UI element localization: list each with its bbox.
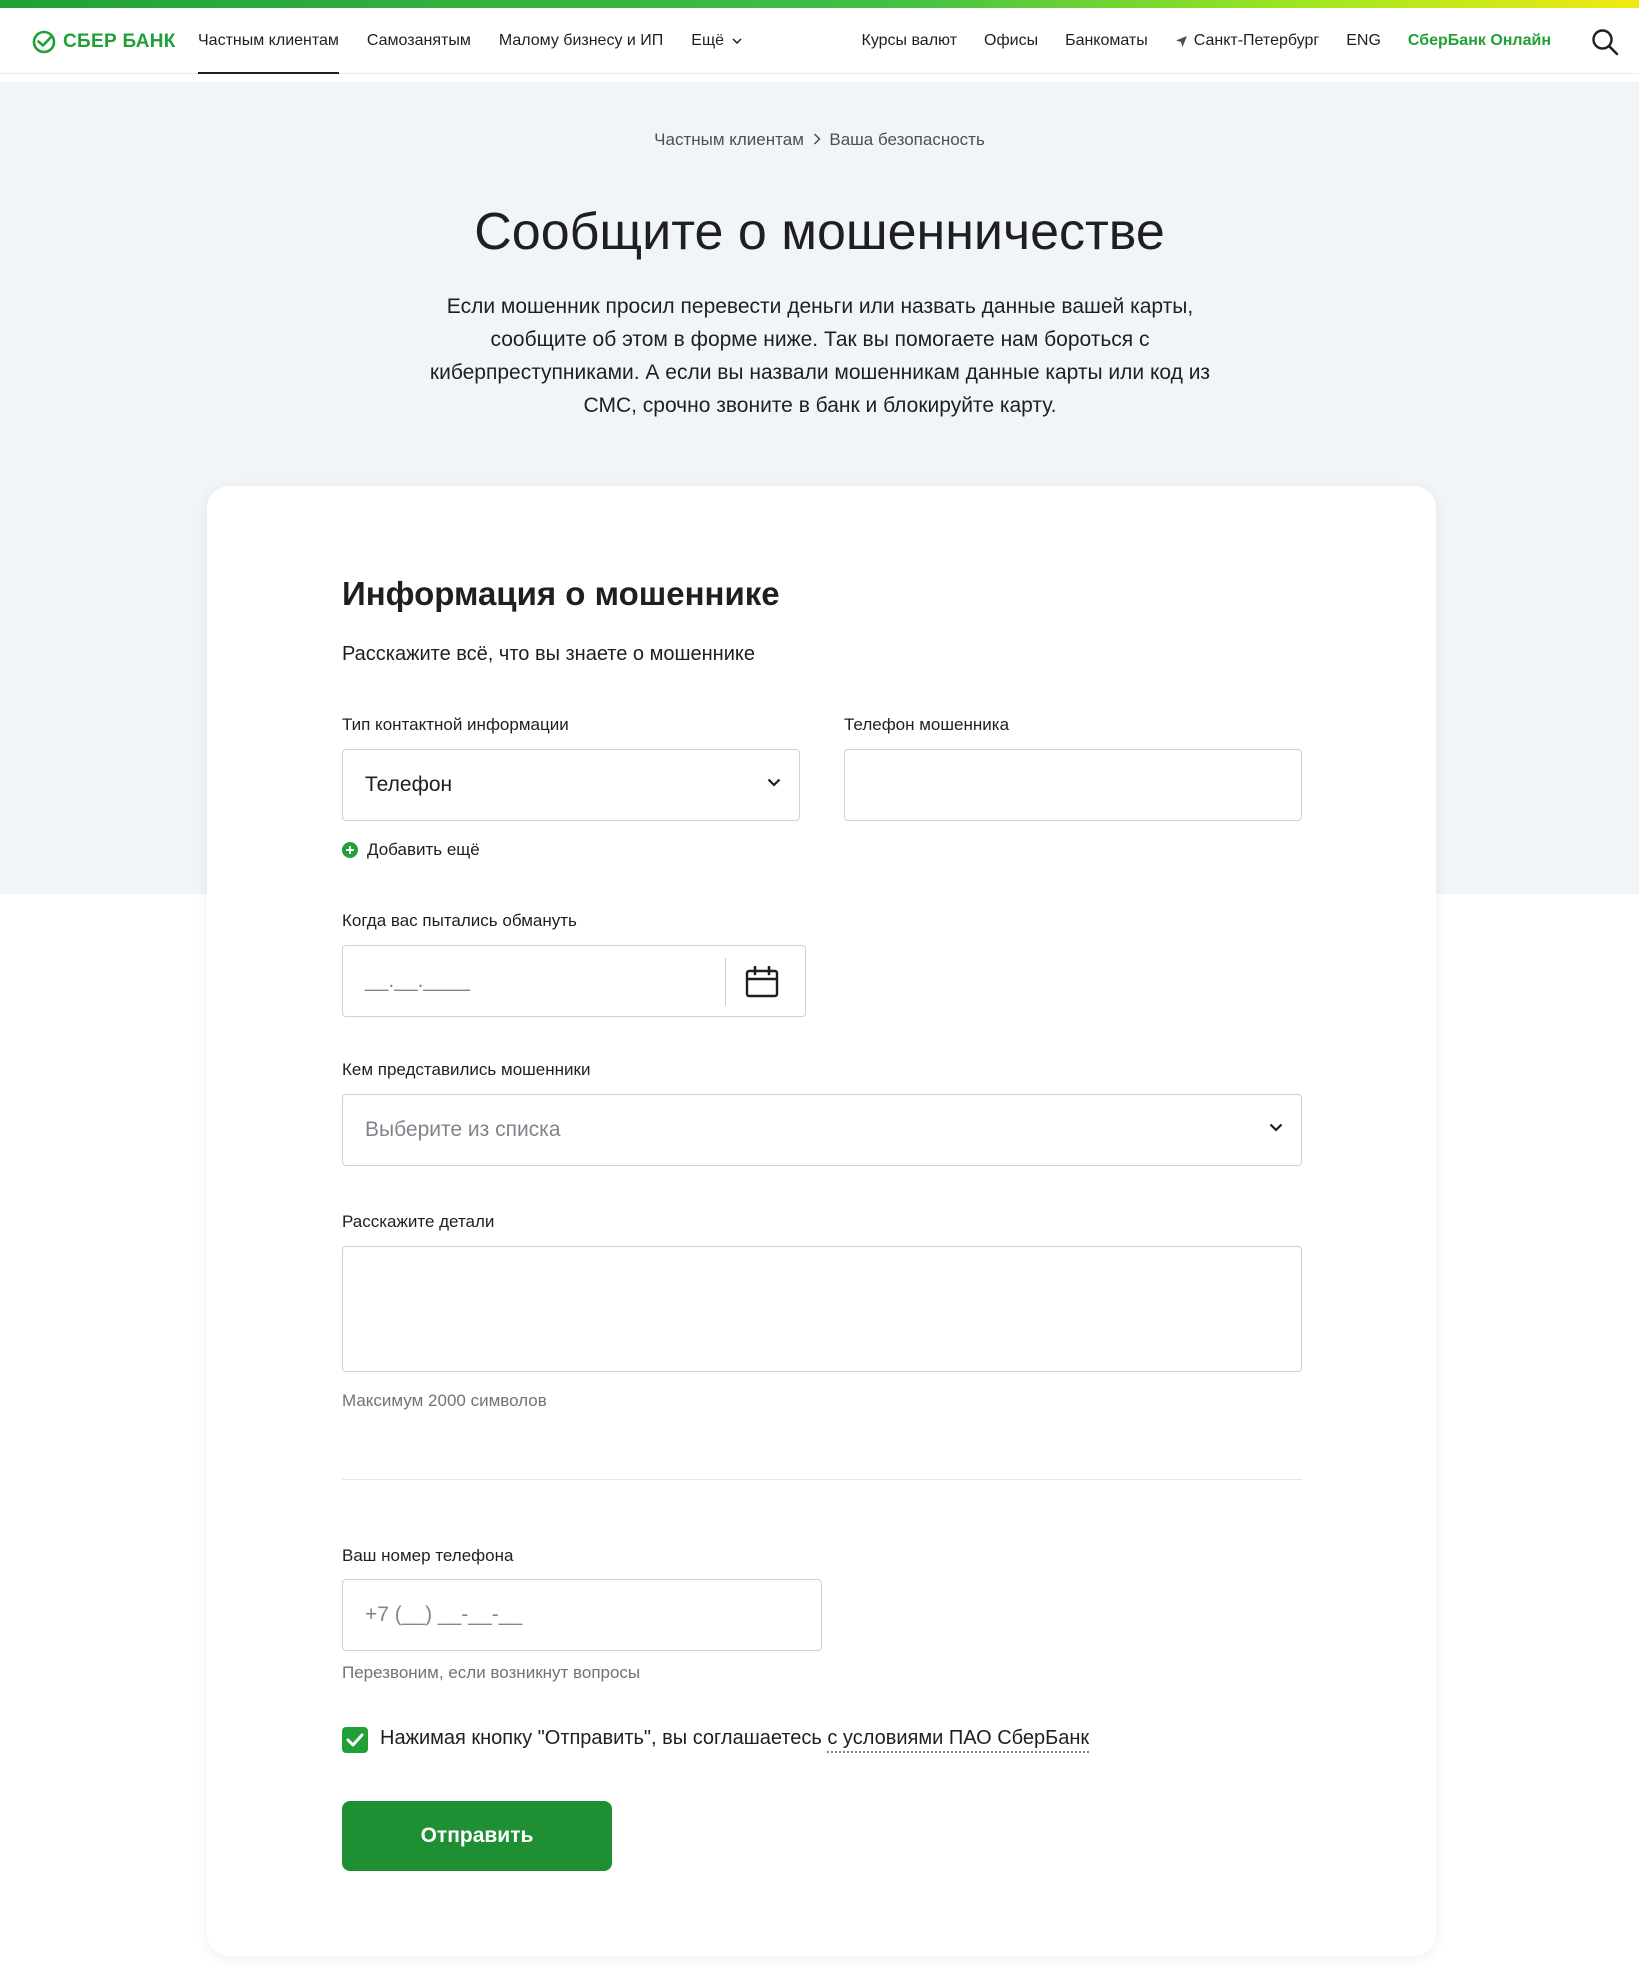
form-divider [342,1479,1302,1480]
details-textarea[interactable] [342,1246,1302,1372]
details-label: Расскажите детали [342,1212,495,1231]
terms-link[interactable]: с условиями ПАО СберБанк [827,1727,1090,1753]
nav-self-employed[interactable]: Самозанятым [367,8,471,74]
fraud-phone-label: Телефон мошенника [844,715,1010,734]
secondary-nav: Курсы валют Офисы Банкоматы Санкт-Петерб… [862,8,1552,74]
your-phone-placeholder: +7 (__) __-__-__ [365,1603,523,1626]
nav-more[interactable]: Ещё [691,8,742,74]
search-button[interactable] [1591,28,1619,56]
chevron-down-icon [767,778,781,787]
add-more-label: Добавить ещё [367,840,480,859]
chevron-down-icon [1269,1123,1283,1132]
add-more-button[interactable]: Добавить ещё [342,840,480,860]
page-title: Сообщите о мошенничестве [474,203,1165,261]
impersonated-label: Кем представились мошенники [342,1060,591,1079]
your-phone-input[interactable]: +7 (__) __-__-__ [342,1579,822,1651]
nav-language[interactable]: ENG [1346,8,1381,74]
primary-nav: Частным клиентам Самозанятым Малому бизн… [198,8,742,74]
breadcrumb-current: Ваша безопасность [829,130,985,149]
impersonated-select[interactable]: Выберите из списка [342,1094,1302,1166]
contact-type-label: Тип контактной информации [342,715,569,734]
nav-more-label: Ещё [691,32,725,49]
city-label: Санкт-Петербург [1193,32,1320,49]
date-input[interactable]: __.__.____ [342,945,806,1017]
submit-button[interactable]: Отправить [342,1801,612,1871]
contact-type-select[interactable]: Телефон [342,749,800,821]
breadcrumb-parent[interactable]: Частным клиентам [654,130,804,149]
date-label: Когда вас пытались обмануть [342,911,577,930]
fraud-phone-input[interactable] [844,749,1302,821]
date-input-divider [725,958,726,1006]
section-title: Информация о мошеннике [342,575,780,612]
brand-gradient-stripe [0,0,1639,8]
breadcrumb: Частным клиентам Ваша безопасность [0,130,1639,150]
your-phone-label: Ваш номер телефона [342,1546,514,1565]
page-lead-text: Если мошенник просил перевести деньги ил… [429,295,1211,417]
site-header: СБЕР БАНК Частным клиентам Самозанятым М… [0,8,1639,74]
nav-sberbank-online[interactable]: СберБанк Онлайн [1408,8,1551,74]
section-subtitle: Расскажите всё, что вы знаете о мошенник… [342,643,755,665]
nav-offices[interactable]: Офисы [984,8,1038,74]
consent-checkbox[interactable] [342,1727,368,1753]
nav-atms[interactable]: Банкоматы [1065,8,1148,74]
sber-logo-icon [32,30,56,54]
date-placeholder: __.__.____ [365,969,471,992]
nav-private-clients[interactable]: Частным клиентам [198,8,339,74]
chevron-right-icon [813,133,821,145]
details-hint: Максимум 2000 символов [342,1391,547,1410]
plus-circle-icon [342,842,358,858]
consent-label: Нажимая кнопку "Отправить", вы соглашает… [380,1727,828,1749]
impersonated-placeholder: Выберите из списка [365,1118,561,1141]
nav-exchange-rates[interactable]: Курсы валют [862,8,958,74]
calendar-icon[interactable] [745,966,779,998]
chevron-down-icon [732,37,742,44]
nav-small-business[interactable]: Малому бизнесу и ИП [499,8,663,74]
search-icon [1592,29,1619,56]
location-arrow-icon [1175,35,1187,47]
checkmark-icon [346,1733,364,1747]
nav-city-selector[interactable]: Санкт-Петербург [1175,8,1319,74]
consent-text: Нажимая кнопку "Отправить", вы соглашает… [380,1727,1090,1753]
sber-logo[interactable]: СБЕР БАНК [32,30,176,54]
your-phone-hint: Перезвоним, если возникнут вопросы [342,1663,641,1682]
logo-text: СБЕР БАНК [63,31,176,52]
contact-type-value: Телефон [365,773,453,796]
